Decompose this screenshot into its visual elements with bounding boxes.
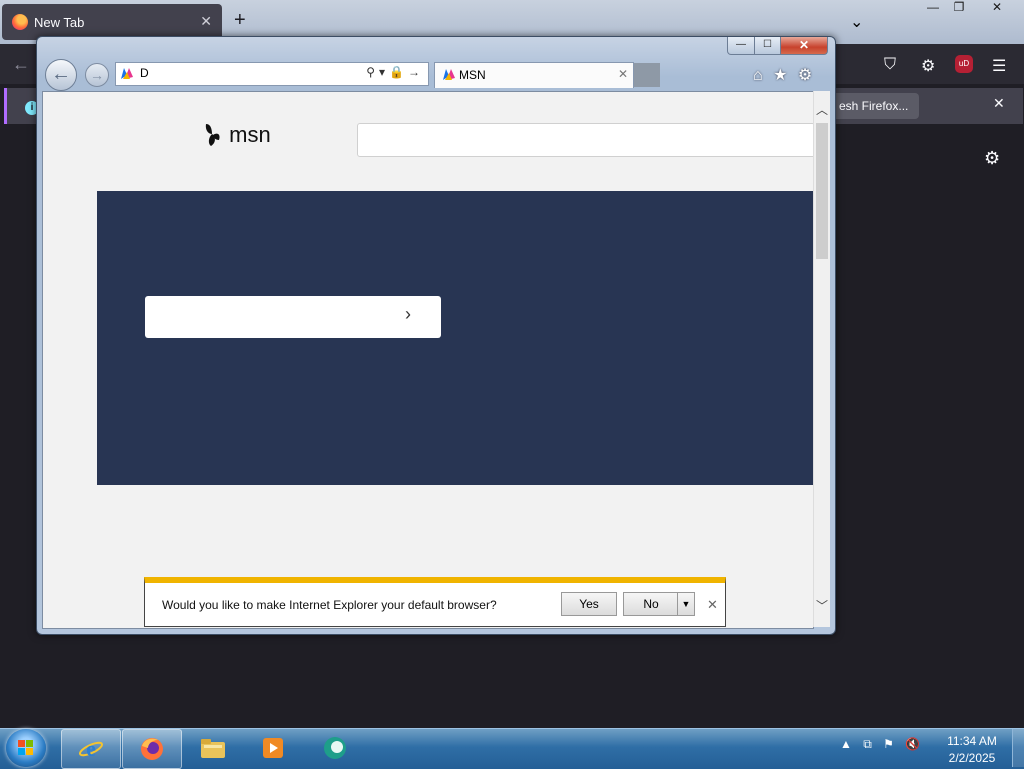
ie-default-browser-notification: Would you like to make Internet Explorer…	[144, 577, 726, 627]
msn-hero-banner: ›	[97, 191, 813, 485]
internet-explorer-icon: e	[78, 736, 104, 761]
scroll-down-icon[interactable]: ﹀	[816, 597, 828, 614]
notification-message: Would you like to make Internet Explorer…	[162, 598, 497, 612]
svg-text:e: e	[86, 736, 96, 761]
no-button[interactable]: No	[623, 592, 679, 616]
ie-minimize-button[interactable]: —	[727, 37, 755, 55]
ie-maximize-button[interactable]: ☐	[754, 37, 781, 55]
ie-tab-title: MSN	[459, 68, 486, 82]
clock-date: 2/2/2025	[948, 751, 996, 765]
home-icon[interactable]: ⌂	[753, 67, 763, 84]
refresh-firefox-button[interactable]: esh Firefox...	[833, 93, 919, 119]
menu-icon[interactable]: ☰	[992, 56, 1006, 76]
ie-back-button[interactable]: ←	[45, 59, 77, 91]
ie-command-icons: ⌂ ★ ⚙	[753, 65, 818, 85]
network-icon[interactable]: ⧉	[863, 737, 872, 751]
ie-page-content: msn ›	[42, 91, 814, 629]
ie-close-button[interactable]: ✕	[780, 37, 828, 55]
volume-muted-icon[interactable]: 🔇	[905, 737, 920, 751]
no-options-dropdown-icon[interactable]: ▼	[677, 592, 695, 616]
msn-brand-text: msn	[229, 122, 271, 147]
start-button[interactable]	[6, 729, 46, 767]
hero-input-box[interactable]: ›	[145, 296, 441, 338]
ublock-origin-icon[interactable]: uD	[955, 55, 973, 73]
ie-forward-button[interactable]: →	[85, 63, 109, 87]
scroll-up-icon[interactable]: ︿	[816, 101, 828, 118]
ie-address-bar[interactable]: D ⚲▾🔒→	[115, 62, 429, 86]
msn-tab-favicon-icon	[443, 69, 455, 80]
firefox-notification-close-icon[interactable]: ✕	[993, 95, 1005, 112]
ie-tab-msn[interactable]: MSN ✕	[434, 62, 634, 88]
clock[interactable]: 11:34 AM 2/2/2025	[940, 733, 1004, 767]
taskbar-file-explorer[interactable]	[184, 729, 242, 767]
msn-butterfly-icon	[205, 124, 220, 146]
clock-time: 11:34 AM	[947, 734, 997, 748]
ie-tab-close-icon[interactable]: ✕	[618, 67, 628, 81]
show-desktop-button[interactable]	[1012, 729, 1024, 767]
taskbar-internet-explorer[interactable]: e	[61, 729, 121, 769]
chevron-right-icon[interactable]: ›	[405, 304, 411, 325]
msn-search-input[interactable]	[357, 123, 813, 157]
firefox-tab-title: New Tab	[34, 15, 85, 30]
ie-new-tab-button[interactable]	[634, 63, 660, 87]
firefox-icon	[141, 738, 163, 760]
favorites-star-icon[interactable]: ★	[773, 67, 787, 84]
action-center-flag-icon[interactable]: ⚑	[883, 737, 894, 751]
firefox-window-controls: — ❐ ✕	[914, 0, 1024, 18]
ie-address-value[interactable]: D	[140, 66, 149, 80]
firefox-logo-icon	[12, 14, 28, 30]
ie-address-tools[interactable]: ⚲▾🔒→	[366, 65, 424, 79]
windows-flag-icon	[18, 740, 34, 756]
firefox-back-icon[interactable]: ←	[12, 54, 30, 75]
internet-explorer-window: — ☐ ✕ ← → D ⚲▾🔒→ MSN ✕ ⌂ ★ ⚙ msn › ︿ ﹀ W…	[36, 36, 836, 635]
firefox-tab-close-icon[interactable]: ✕	[200, 13, 212, 30]
firefox-restore-button[interactable]: ❐	[944, 0, 974, 18]
msn-logo[interactable]: msn	[203, 122, 271, 148]
taskbar-media-player[interactable]	[244, 729, 302, 767]
firefox-tab-new-tab[interactable]: New Tab ✕	[2, 4, 222, 40]
pocket-icon[interactable]: ⛉	[884, 56, 896, 74]
firefox-new-tab-button[interactable]: +	[234, 10, 246, 30]
taskbar-firefox[interactable]	[122, 729, 182, 769]
new-tab-settings-gear-icon[interactable]: ⚙	[984, 148, 1000, 169]
show-hidden-icons-icon[interactable]: ▲	[840, 737, 852, 751]
app-icon	[324, 737, 346, 759]
msn-favicon-icon	[121, 68, 133, 79]
firefox-list-tabs-chevron-icon[interactable]: ⌄	[850, 12, 863, 32]
tools-gear-icon[interactable]: ⚙	[798, 67, 812, 84]
taskbar-app[interactable]	[306, 729, 364, 767]
yes-button[interactable]: Yes	[561, 592, 617, 616]
notification-close-icon[interactable]: ✕	[707, 597, 718, 613]
extensions-icon[interactable]: ⚙	[921, 56, 935, 76]
firefox-close-button[interactable]: ✕	[982, 0, 1012, 18]
folder-icon	[201, 739, 225, 758]
media-player-icon	[263, 738, 283, 758]
system-tray: ▲ ⧉ ⚑ 🔇	[840, 737, 928, 752]
ie-vertical-scrollbar[interactable]: ︿ ﹀	[813, 91, 830, 627]
scroll-thumb[interactable]	[816, 123, 828, 259]
